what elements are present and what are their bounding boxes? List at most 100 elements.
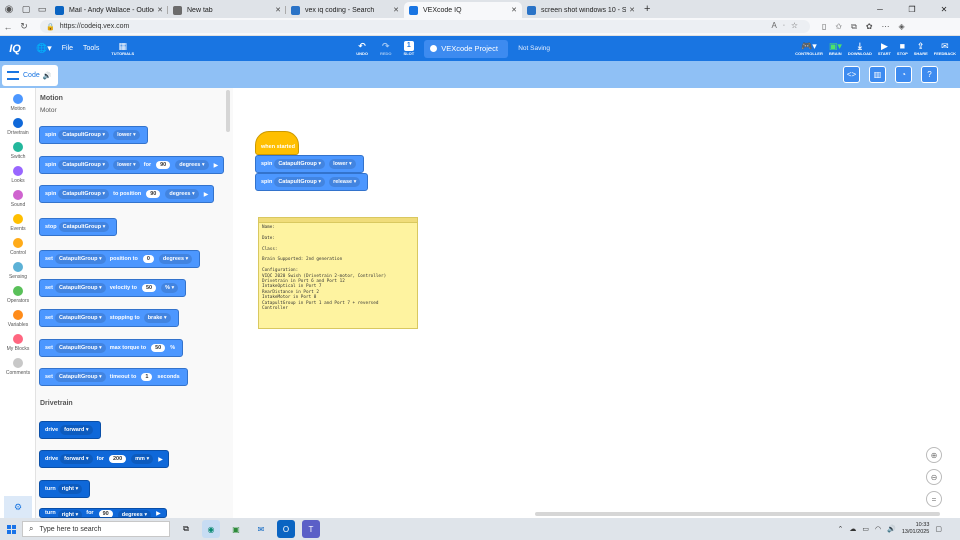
close-icon[interactable]: ✕ — [393, 6, 399, 14]
download-button[interactable]: ⤓ DOWNLOAD — [848, 41, 872, 56]
code-viewer-icon[interactable]: <> — [843, 66, 860, 83]
workspace-block-spin-lower[interactable]: spin CatapultGroup lower — [255, 155, 364, 173]
tools-menu[interactable]: Tools — [83, 45, 99, 52]
task-view-icon[interactable]: ⧉ — [177, 520, 195, 538]
close-icon[interactable]: ✕ — [511, 6, 517, 14]
run-block-icon[interactable]: ▶ — [214, 162, 219, 169]
category-sensing[interactable]: Sensing — [0, 262, 36, 280]
block-when-started[interactable]: when started — [255, 131, 299, 155]
undo-button[interactable]: ↶ UNDO — [356, 41, 368, 56]
language-globe-icon[interactable]: 🌐▾ — [36, 43, 52, 54]
redo-button[interactable]: ↷ REDO — [380, 41, 392, 56]
devices-icon[interactable]: ▥ — [869, 66, 886, 83]
block-turn[interactable]: turn right — [39, 480, 91, 498]
brain-button[interactable]: ▣▾ BRAIN — [829, 41, 842, 56]
cloud-icon[interactable]: ☁ — [849, 525, 856, 533]
split-screen-icon[interactable]: ▯ — [822, 22, 826, 32]
notifications-icon[interactable]: ▢ — [935, 525, 942, 533]
block-drive-for[interactable]: drive forward for 200 mm ▶ — [39, 450, 169, 468]
palette-scrollbar[interactable] — [226, 90, 230, 132]
block-set-position[interactable]: set CatapultGroup position to 0 degrees — [39, 250, 201, 268]
zoom-reset-button[interactable]: = — [926, 491, 942, 507]
close-icon[interactable]: ✕ — [629, 6, 635, 14]
category-variables[interactable]: Variables — [0, 310, 36, 328]
workspace-block-spin-release[interactable]: spin CatapultGroup release — [255, 173, 369, 191]
speaker-icon[interactable]: 🔊 — [43, 72, 52, 80]
category-looks[interactable]: Looks — [0, 166, 36, 184]
browser-tab-screenshot-search[interactable]: screen shot windows 10 - Search ✕ — [522, 2, 640, 18]
category-sound[interactable]: Sound — [0, 190, 36, 208]
run-block-icon[interactable]: ▶ — [156, 510, 161, 517]
feedback-button[interactable]: ✉ FEEDBACK — [934, 41, 956, 56]
lock-icon[interactable]: 🔒 — [46, 23, 55, 31]
store-icon[interactable]: ▣ — [227, 520, 245, 538]
read-aloud-icon[interactable]: Aᐧ☆ — [771, 21, 804, 30]
wifi-icon[interactable]: ◠ — [875, 525, 881, 533]
settings-more-icon[interactable]: ⋯ — [882, 22, 890, 32]
browser-tab-outlook[interactable]: Mail - Andy Wallace - Outlook ✕ — [50, 2, 168, 18]
mail-icon[interactable]: ✉ — [252, 520, 270, 538]
taskbar-clock[interactable]: 10:33 13/01/2025 — [902, 522, 930, 536]
start-button[interactable] — [0, 518, 22, 540]
browser-tab-vex-search[interactable]: vex iq coding - Search ✕ — [286, 2, 404, 18]
block-spin-motor-for[interactable]: spin CatapultGroup lower for 90 degrees … — [39, 156, 225, 174]
close-icon[interactable]: ✕ — [275, 6, 281, 14]
help-icon[interactable]: ? — [921, 66, 938, 83]
project-note-comment[interactable]: Name: Date: Class: Brain Supported: 2nd … — [258, 217, 418, 329]
extensions-button[interactable]: ⚙ — [4, 496, 32, 518]
back-icon[interactable]: ← — [0, 22, 16, 32]
browser-tab-new-tab[interactable]: New tab ✕ — [168, 2, 286, 18]
block-drive[interactable]: drive forward — [39, 421, 101, 439]
category-control[interactable]: Control — [0, 238, 36, 256]
browser-tab-vexcode[interactable]: VEXcode IQ ✕ — [404, 2, 522, 18]
url-input[interactable]: 🔒 https://codeiq.vex.com Aᐧ☆ — [40, 20, 810, 33]
workspace-horizontal-scrollbar[interactable] — [535, 512, 940, 516]
category-motion[interactable]: Motion — [0, 94, 36, 112]
tab-actions-icon[interactable]: ▭ — [34, 0, 50, 18]
file-menu[interactable]: File — [62, 45, 73, 52]
category-operators[interactable]: Operators — [0, 286, 36, 304]
category-comments[interactable]: Comments — [0, 358, 36, 376]
controller-button[interactable]: 🎮▾ CONTROLLER — [795, 41, 823, 56]
network-icon[interactable]: ▭ — [862, 525, 869, 533]
tutorials-button[interactable]: ▦ TUTORIALS — [111, 41, 134, 56]
stop-button[interactable]: ■ STOP — [897, 41, 908, 56]
workspaces-icon[interactable]: ▢ — [18, 0, 34, 18]
block-set-max-torque[interactable]: set CatapultGroup max torque to 50 % — [39, 339, 184, 357]
start-button[interactable]: ▶ START — [878, 41, 891, 56]
extensions-icon[interactable]: ✿ — [866, 22, 873, 32]
copilot-icon[interactable]: ◈ — [899, 22, 905, 32]
taskbar-search-input[interactable]: ⌕ Type here to search — [22, 521, 170, 537]
run-block-icon[interactable]: ▶ — [204, 191, 209, 198]
favorites-icon[interactable]: ✩ — [835, 22, 842, 32]
block-turn-for-partial[interactable]: turn right for 90 degrees ▶ — [39, 508, 167, 518]
minimize-icon[interactable]: ─ — [864, 0, 896, 18]
run-block-icon[interactable]: ▶ — [158, 456, 163, 463]
new-tab-button[interactable]: + — [644, 3, 650, 15]
note-text[interactable]: Name: Date: Class: Brain Supported: 2nd … — [259, 223, 417, 314]
block-spin-to-position[interactable]: spin CatapultGroup to position 90 degree… — [39, 185, 215, 203]
code-tab[interactable]: Code 🔊 — [2, 65, 58, 86]
outlook-icon[interactable]: O — [277, 520, 295, 538]
category-drivetrain[interactable]: Drivetrain — [0, 118, 36, 136]
maximize-icon[interactable]: ❐ — [896, 0, 928, 18]
edge-browser-icon[interactable]: ◉ — [202, 520, 220, 538]
zoom-out-button[interactable]: ⊖ — [926, 469, 942, 485]
block-set-timeout[interactable]: set CatapultGroup timeout to 1 seconds — [39, 368, 188, 386]
category-my-blocks[interactable]: My Blocks — [0, 334, 36, 352]
dashboard-icon[interactable]: ◔ — [895, 66, 912, 83]
slot-button[interactable]: 1 SLOT — [404, 41, 414, 56]
zoom-in-button[interactable]: ⊕ — [926, 447, 942, 463]
chevron-up-icon[interactable]: ⌃ — [838, 525, 844, 533]
category-events[interactable]: Events — [0, 214, 36, 232]
block-spin-motor[interactable]: spin CatapultGroup lower — [39, 126, 148, 144]
close-window-icon[interactable]: ✕ — [928, 0, 960, 18]
profile-icon[interactable]: ◉ — [0, 0, 18, 18]
category-switch[interactable]: Switch — [0, 142, 36, 160]
collections-icon[interactable]: ⧉ — [851, 22, 857, 32]
refresh-icon[interactable]: ↻ — [16, 21, 32, 32]
close-icon[interactable]: ✕ — [157, 6, 163, 14]
teams-icon[interactable]: T — [302, 520, 320, 538]
volume-icon[interactable]: 🔊 — [887, 525, 896, 533]
block-stop-motor[interactable]: stop CatapultGroup — [39, 218, 118, 236]
